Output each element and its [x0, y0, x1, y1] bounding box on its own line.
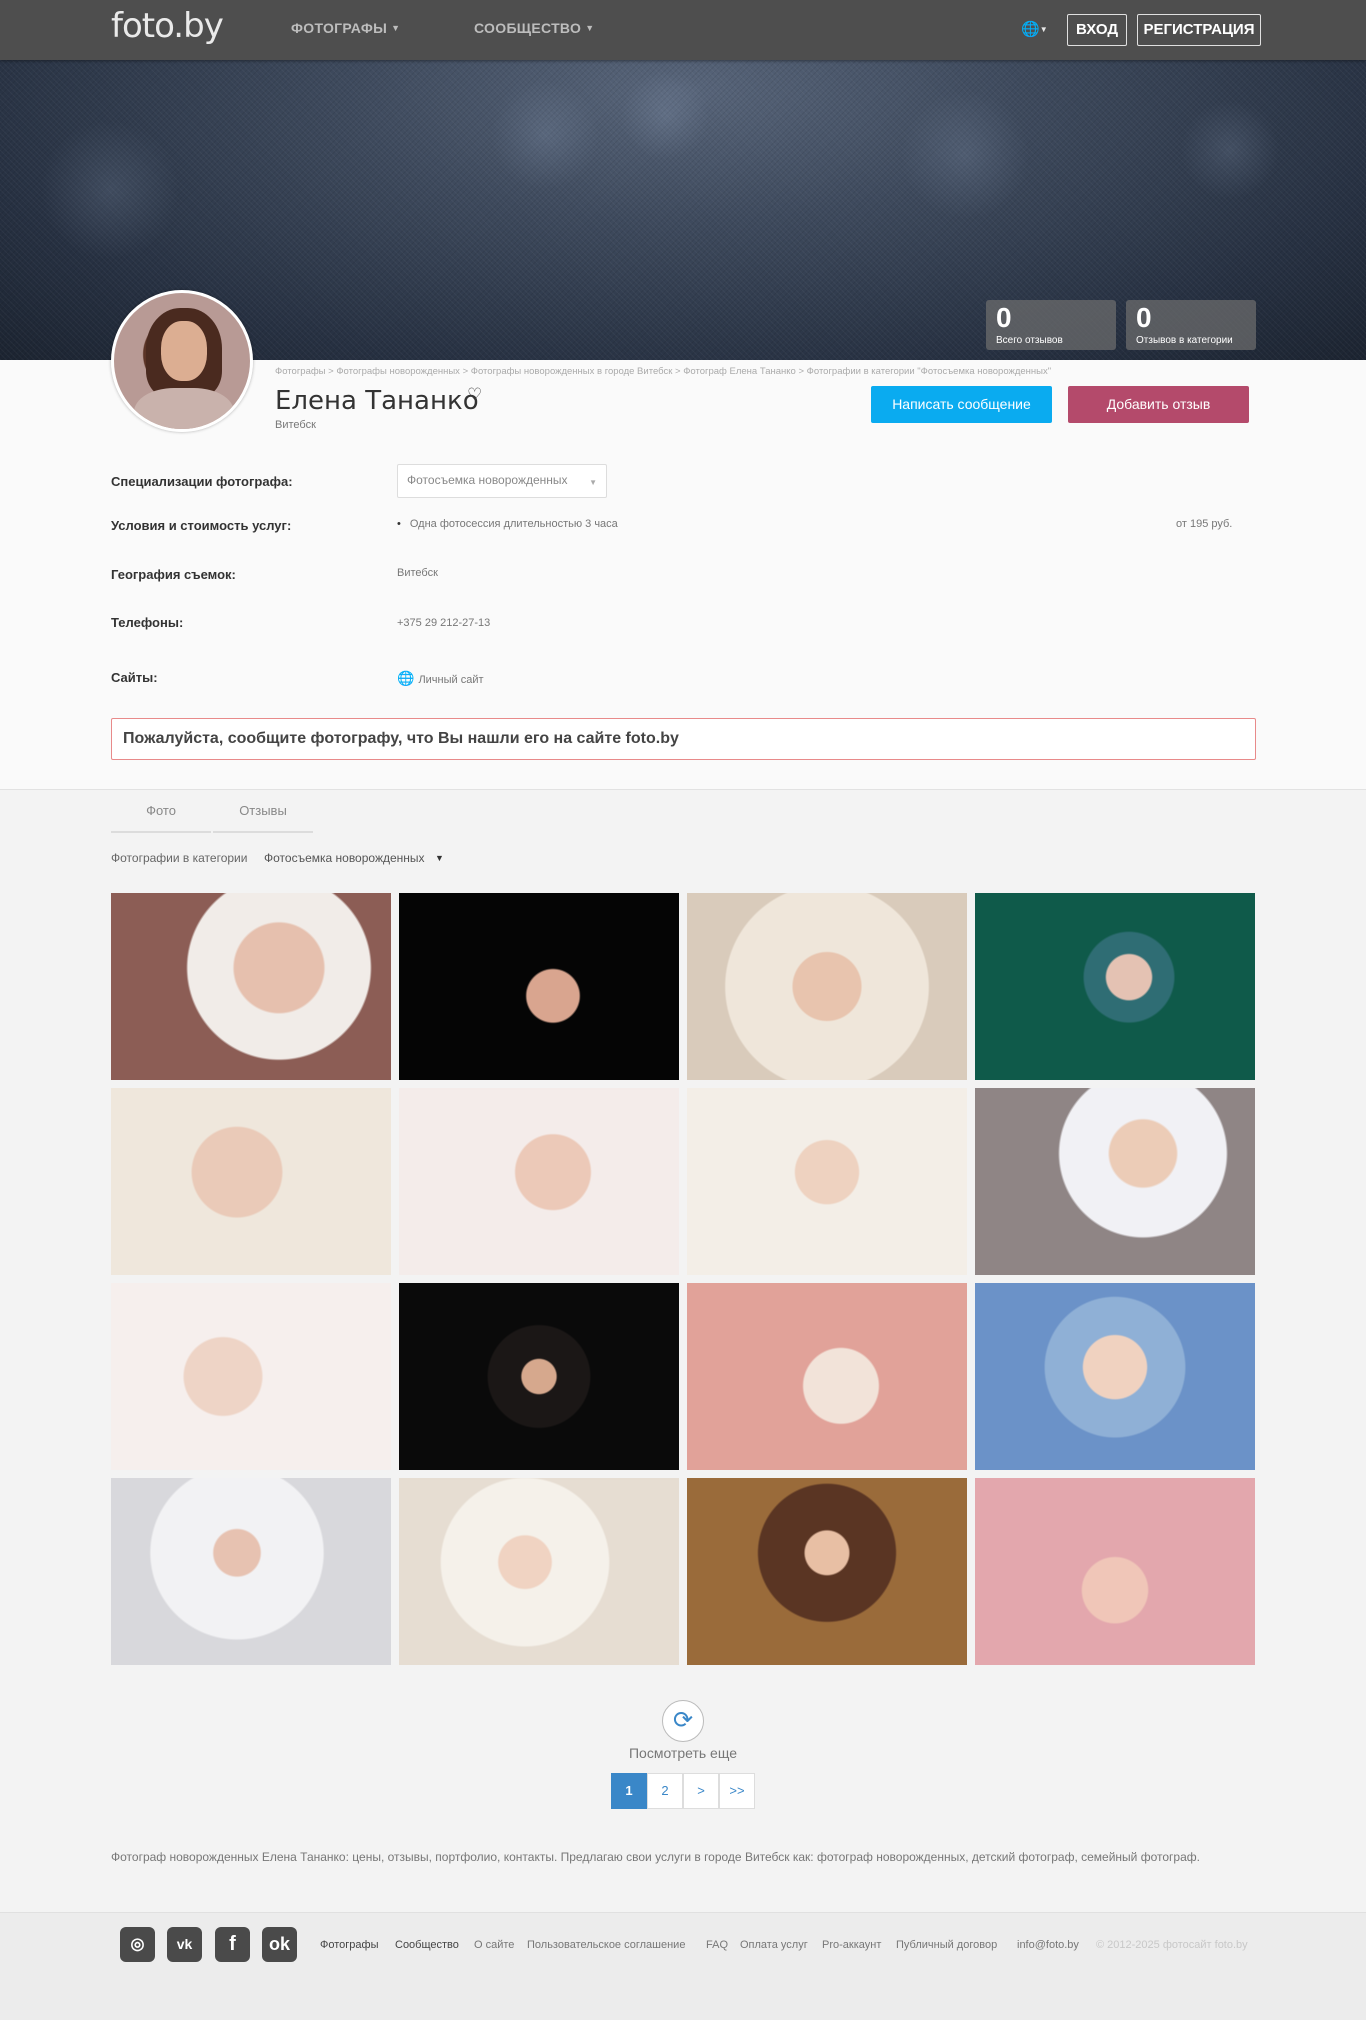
breadcrumb[interactable]: Фотографы > Фотографы новорожденных > Фо… [275, 366, 1051, 377]
load-more-label[interactable]: Посмотреть еще [600, 1745, 766, 1761]
terms-item-text: Одна фотосессия длительностью 3 часа [409, 518, 618, 530]
heart-icon[interactable]: ♡ [467, 385, 482, 405]
personal-site-label: Личный сайт [418, 674, 484, 686]
photographer-name: Елена Тананко [275, 386, 479, 416]
page-next[interactable]: > [683, 1773, 719, 1809]
photo-thumbnail[interactable] [399, 1283, 679, 1470]
page-1[interactable]: 1 [611, 1773, 647, 1809]
instagram-icon[interactable]: ◎ [120, 1927, 155, 1962]
chevron-down-icon[interactable]: ▼ [435, 853, 444, 863]
footer-link-about[interactable]: О сайте [474, 1939, 514, 1951]
nav-photographers[interactable]: ФОТОГРАФЫ ▼ [291, 20, 400, 36]
photo-thumbnail[interactable] [687, 1478, 967, 1665]
footer-link-contract[interactable]: Публичный договор [896, 1939, 997, 1951]
phones-value: +375 29 212-27-13 [397, 617, 491, 629]
tab-photos[interactable]: Фото [111, 797, 211, 833]
site-logo[interactable]: foto.by [111, 6, 224, 46]
specialization-select[interactable]: Фотосъемка новорожденных ▼ [397, 464, 607, 498]
terms-item: • Одна фотосессия длительностью 3 часа [397, 518, 618, 530]
sites-label: Сайты: [111, 670, 158, 685]
register-button[interactable]: РЕГИСТРАЦИЯ [1137, 14, 1261, 46]
phones-label: Телефоны: [111, 615, 184, 630]
geo-value: Витебск [397, 567, 438, 579]
photo-thumbnail[interactable] [687, 1283, 967, 1470]
photo-thumbnail[interactable] [111, 1478, 391, 1665]
odnoklassniki-icon[interactable]: ok [262, 1927, 297, 1962]
photo-thumbnail[interactable] [111, 893, 391, 1080]
tab-reviews[interactable]: Отзывы [213, 797, 313, 833]
seo-description: Фотограф новорожденных Елена Тананко: це… [111, 1850, 1200, 1864]
footer-link-pro[interactable]: Pro-аккаунт [822, 1939, 881, 1951]
top-navbar: foto.by ФОТОГРАФЫ ▼ СООБЩЕСТВО ▼ 🌐▼ ВХОД Р… [0, 0, 1366, 60]
photo-thumbnail[interactable] [111, 1088, 391, 1275]
photo-thumbnail[interactable] [399, 1478, 679, 1665]
photo-thumbnail[interactable] [975, 1088, 1255, 1275]
chevron-down-icon: ▼ [585, 23, 595, 33]
vk-icon[interactable]: vk [167, 1927, 202, 1962]
page-last[interactable]: >> [719, 1773, 755, 1809]
footer-link-faq[interactable]: FAQ [706, 1939, 728, 1951]
photographer-city: Витебск [275, 419, 316, 431]
nav-photographers-label: ФОТОГРАФЫ [291, 20, 388, 36]
footer-link-photographers[interactable]: Фотографы [320, 1939, 378, 1951]
refresh-icon[interactable]: ⟳ [662, 1700, 704, 1742]
footer-link-community[interactable]: Сообщество [395, 1939, 459, 1951]
photo-thumbnail[interactable] [975, 1478, 1255, 1665]
avatar [111, 290, 253, 432]
nav-community-label: СООБЩЕСТВО [474, 20, 582, 36]
total-reviews-count: 0 [996, 302, 1012, 333]
filter-label: Фотографии в категории [111, 851, 248, 865]
photo-thumbnail[interactable] [399, 893, 679, 1080]
personal-site-link[interactable]: 🌐 Личный сайт [397, 670, 484, 687]
facebook-icon[interactable]: f [215, 1927, 250, 1962]
footer-link-terms[interactable]: Пользовательское соглашение [527, 1939, 685, 1951]
notice-banner: Пожалуйста, сообщите фотографу, что Вы н… [111, 718, 1256, 760]
category-reviews-count: 0 [1136, 302, 1152, 333]
copyright: © 2012-2025 фотосайт foto.by [1096, 1939, 1248, 1951]
geo-label: География съемок: [111, 567, 236, 582]
category-reviews-label: Отзывов в категории [1136, 335, 1233, 346]
photo-thumbnail[interactable] [975, 1283, 1255, 1470]
total-reviews-stat: 0 Всего отзывов [986, 300, 1116, 350]
chevron-down-icon: ▼ [589, 478, 597, 487]
globe-icon: 🌐 [397, 670, 415, 686]
page-2[interactable]: 2 [647, 1773, 683, 1809]
category-filter-dropdown[interactable]: Фотосъемка новорожденных [264, 851, 425, 865]
chevron-down-icon: ▼ [391, 23, 401, 33]
write-message-button[interactable]: Написать сообщение [871, 386, 1052, 423]
footer-link-email[interactable]: info@foto.by [1017, 1939, 1079, 1951]
specialization-value: Фотосъемка новорожденных [407, 473, 568, 487]
nav-community[interactable]: СООБЩЕСТВО ▼ [474, 20, 594, 36]
add-review-button[interactable]: Добавить отзыв [1068, 386, 1249, 423]
terms-label: Условия и стоимость услуг: [111, 518, 292, 533]
footer-link-payment[interactable]: Оплата услуг [740, 1939, 808, 1951]
footer [0, 1912, 1366, 2020]
photo-thumbnail[interactable] [687, 1088, 967, 1275]
spec-label: Специализации фотографа: [111, 474, 293, 489]
category-reviews-stat: 0 Отзывов в категории [1126, 300, 1256, 350]
terms-price: от 195 руб. [1176, 518, 1233, 530]
language-globe-icon[interactable]: 🌐▼ [1021, 20, 1048, 38]
photo-thumbnail[interactable] [975, 893, 1255, 1080]
photo-thumbnail[interactable] [399, 1088, 679, 1275]
photo-thumbnail[interactable] [111, 1283, 391, 1470]
login-button[interactable]: ВХОД [1067, 14, 1127, 46]
total-reviews-label: Всего отзывов [996, 335, 1063, 346]
photo-thumbnail[interactable] [687, 893, 967, 1080]
